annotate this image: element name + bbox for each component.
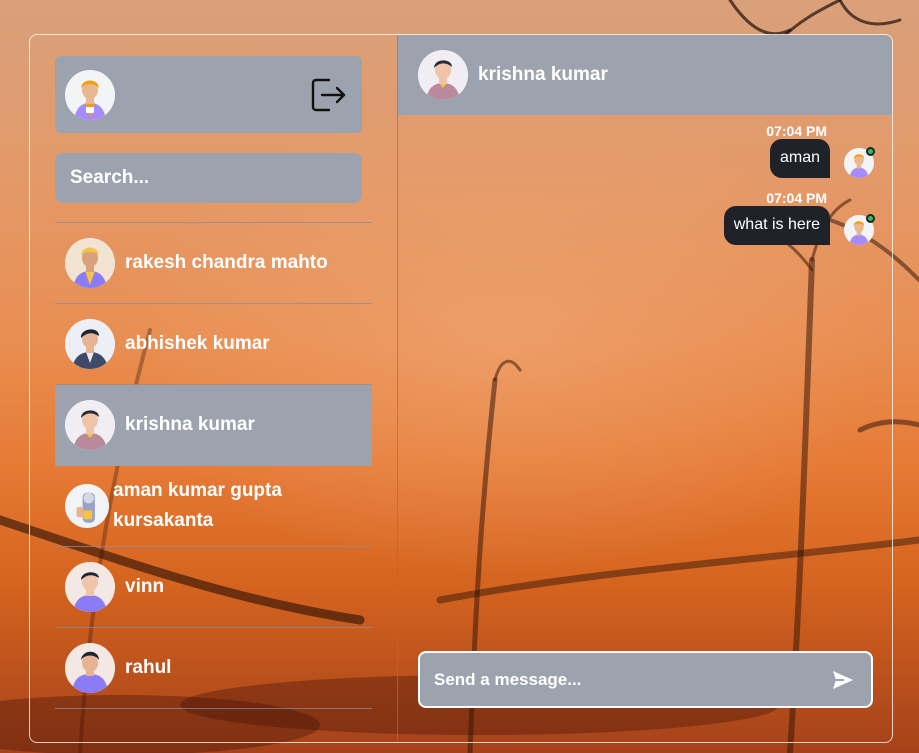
avatar-pink-shirt xyxy=(65,400,115,450)
contact-list: rakesh chandra mahto abhishek kumar kris… xyxy=(55,223,372,709)
contact-item[interactable]: rahul xyxy=(55,628,372,709)
message-row: what is here xyxy=(723,206,875,245)
chat-app-window: rakesh chandra mahto abhishek kumar xyxy=(29,34,893,743)
avatar-current-user[interactable] xyxy=(65,69,115,120)
online-indicator xyxy=(866,147,875,156)
send-button[interactable] xyxy=(831,668,855,692)
contact-name: abhishek kumar xyxy=(125,333,270,354)
contact-item[interactable]: rakesh chandra mahto xyxy=(55,223,372,304)
avatar-purple-shirt xyxy=(65,562,115,612)
message-list: 07:04 PM aman 07:04 PM what is here xyxy=(414,123,875,257)
message: 07:04 PM aman xyxy=(414,123,875,178)
contact-name: rakesh chandra mahto xyxy=(125,252,328,273)
chat-header: krishna kumar xyxy=(398,35,892,115)
avatar-purple-hoodie xyxy=(65,643,115,693)
avatar-pink-shirt[interactable] xyxy=(418,50,468,100)
message: 07:04 PM what is here xyxy=(414,190,875,245)
contact-name: aman kumar gupta kursakanta xyxy=(113,480,282,531)
avatar-dark-jacket xyxy=(65,319,115,369)
sidebar: rakesh chandra mahto abhishek kumar xyxy=(30,35,398,742)
contact-item[interactable]: aman kumar gupta kursakanta xyxy=(55,466,372,547)
message-bubble: what is here xyxy=(723,206,830,245)
contact-name: krishna kumar xyxy=(125,414,255,435)
message-composer xyxy=(418,651,873,708)
message-time: 07:04 PM xyxy=(766,190,827,206)
avatar-mug-thumb xyxy=(65,484,109,528)
send-icon xyxy=(833,670,853,689)
message-time: 07:04 PM xyxy=(766,123,827,139)
logout-icon xyxy=(311,78,346,111)
contact-item-active[interactable]: krishna kumar xyxy=(55,385,372,466)
chat-recipient-name: krishna kumar xyxy=(478,64,608,85)
online-indicator xyxy=(866,214,875,223)
sender-avatar xyxy=(844,214,875,245)
contact-name: rahul xyxy=(125,657,172,678)
message-input[interactable] xyxy=(434,669,814,690)
chat-panel: krishna kumar 07:04 PM aman 07:04 PM wha… xyxy=(398,35,892,742)
avatar-yellow-hat xyxy=(65,238,115,288)
profile-bar xyxy=(55,56,362,133)
contact-item[interactable]: abhishek kumar xyxy=(55,304,372,385)
contact-name: vinn xyxy=(125,576,165,597)
message-row: aman xyxy=(769,139,875,178)
sender-avatar xyxy=(844,147,875,178)
message-bubble: aman xyxy=(769,139,830,178)
contact-item[interactable]: vinn xyxy=(55,547,372,628)
logout-button[interactable] xyxy=(308,75,348,115)
search-input[interactable] xyxy=(55,153,362,203)
